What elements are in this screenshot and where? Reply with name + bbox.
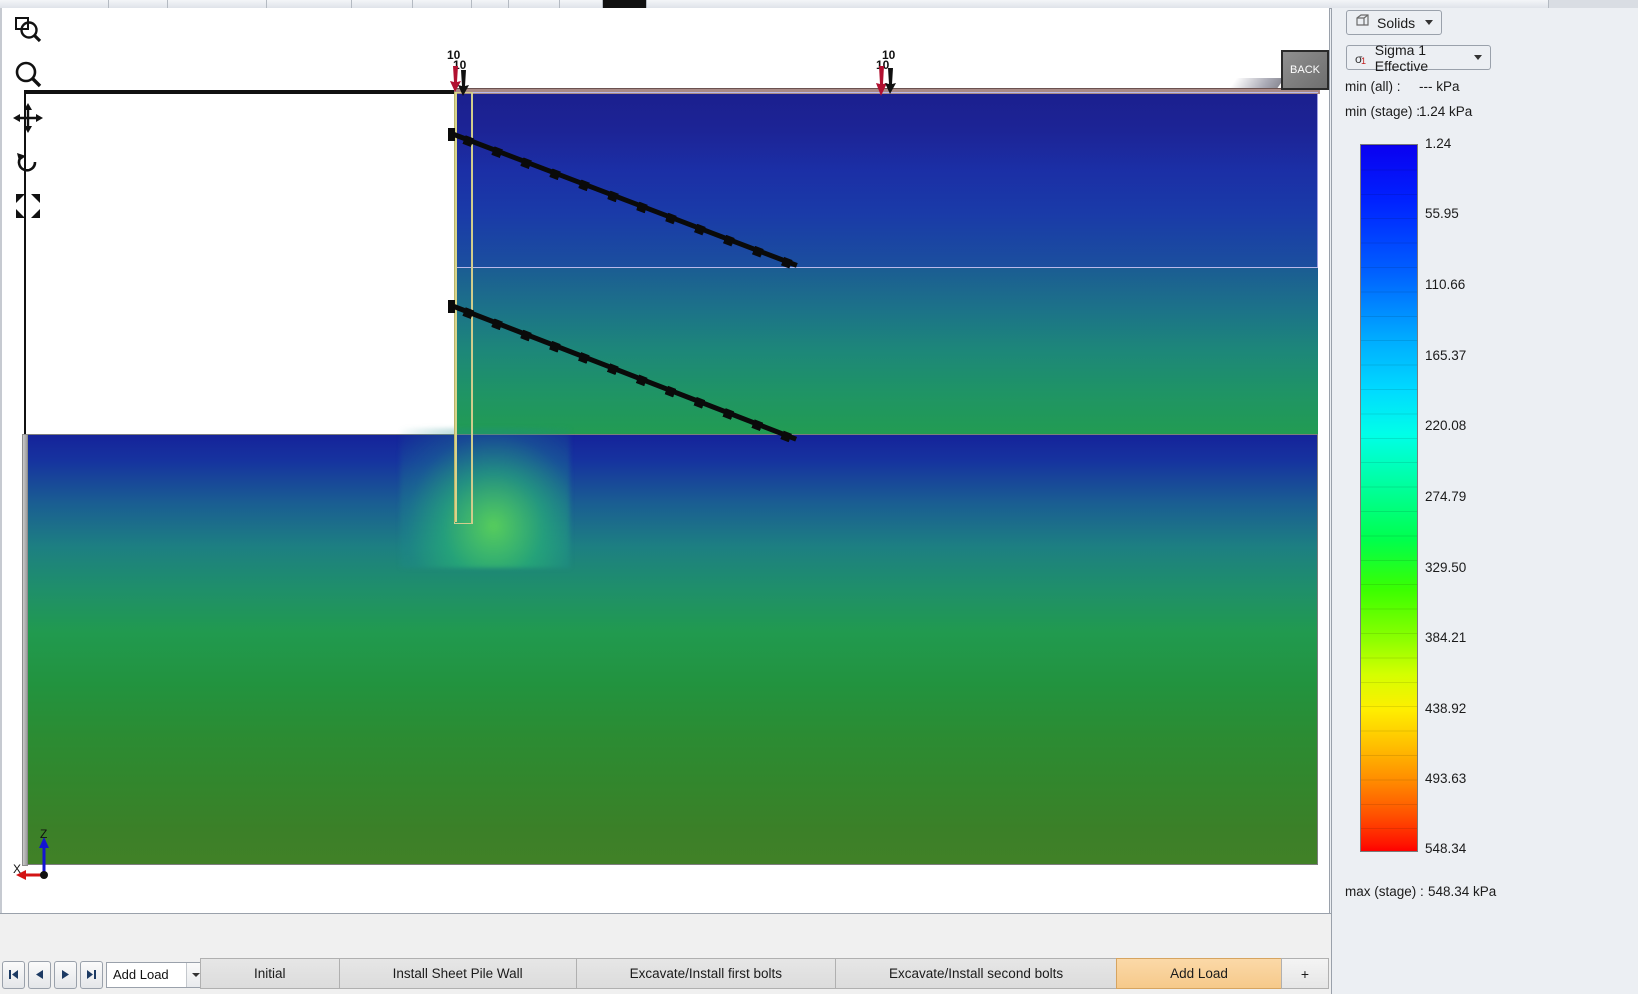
load-arrow-left-icon <box>450 66 469 96</box>
stage-tab-initial-label: Initial <box>254 966 286 981</box>
results-panel-footer <box>1331 913 1638 994</box>
wall-toe-stress-concentration <box>400 428 570 568</box>
stage-tab-install-sheet-pile-wall[interactable]: Install Sheet Pile Wall <box>338 958 576 989</box>
next-stage-button[interactable] <box>54 960 77 989</box>
add-stage-button[interactable]: + <box>1280 958 1329 989</box>
load-arrow-right-icon <box>876 66 896 96</box>
add-stage-label: + <box>1300 965 1310 982</box>
model-viewport-container: 10 10 10 10 BACK Z X <box>0 8 1330 913</box>
stage-navigation-controls: Add Load <box>2 958 206 991</box>
stage-tab-add-load[interactable]: Add Load <box>1116 958 1281 989</box>
stage-tab-excavate-install-first-bolts[interactable]: Excavate/Install first bolts <box>575 958 835 989</box>
toolbar-group-4[interactable] <box>267 0 352 8</box>
legend-tick-4: 220.08 <box>1425 418 1467 433</box>
application-window: 10 10 10 10 BACK Z X Solids σ 1 Sigma 1 … <box>0 0 1638 994</box>
external-boundary-top <box>24 90 456 92</box>
axis-label-x: X <box>13 862 22 876</box>
model-viewport[interactable]: 10 10 10 10 BACK Z X <box>2 8 1329 913</box>
stage-bar: Add Load Initial Install Sheet Pile Wall… <box>0 913 1331 994</box>
result-type-label: Sigma 1 Effective <box>1374 41 1429 74</box>
sigma-subscript: 1 <box>1361 55 1367 66</box>
toolbar-group-6[interactable] <box>413 0 472 8</box>
axis-label-z: Z <box>40 827 48 841</box>
pan-icon[interactable] <box>6 96 50 140</box>
excavation-void <box>24 92 454 434</box>
solids-icon <box>1355 14 1370 31</box>
geometry-mode-label: Solids <box>1377 14 1416 31</box>
zoom-icon[interactable] <box>6 52 50 96</box>
last-stage-button[interactable] <box>80 960 103 989</box>
first-stage-button[interactable] <box>2 960 25 989</box>
orientation-cube-back[interactable]: BACK <box>1281 50 1329 90</box>
toolbar-group-8[interactable] <box>509 0 560 8</box>
contour-main-block <box>24 434 1318 865</box>
stage-select-value: Add Load <box>113 967 169 982</box>
stage-tab-excavate-install-second-bolts[interactable]: Excavate/Install second bolts <box>834 958 1117 989</box>
toolbar-group-3[interactable] <box>168 0 267 8</box>
orientation-cube-shadow <box>1229 78 1285 88</box>
rotate-icon[interactable] <box>6 140 50 184</box>
previous-stage-button[interactable] <box>28 960 51 989</box>
stage-tab-strip: Initial Install Sheet Pile Wall Excavate… <box>200 958 1329 989</box>
min-stage-value: 1.24 kPa <box>1419 104 1473 119</box>
legend-tick-1: 55.95 <box>1425 206 1459 221</box>
result-type-dropdown[interactable]: σ 1 Sigma 1 Effective <box>1346 42 1491 74</box>
legend-tick-0: 1.24 <box>1425 136 1452 151</box>
toolbar-group-2[interactable] <box>109 0 168 8</box>
legend-tick-5: 274.79 <box>1425 489 1467 504</box>
contour-mid-block <box>454 267 1318 435</box>
chevron-down-icon[interactable] <box>1425 20 1433 25</box>
stage-tab-install-sheet-pile-wall-label: Install Sheet Pile Wall <box>392 966 523 981</box>
stage-tab-add-load-label: Add Load <box>1170 966 1228 981</box>
geometry-mode-dropdown[interactable]: Solids <box>1346 10 1442 35</box>
axis-triad: Z X <box>13 827 74 889</box>
zoom-window-icon[interactable] <box>6 8 50 52</box>
stage-tab-excavate-install-second-bolts-label: Excavate/Install second bolts <box>889 966 1064 981</box>
legend-tick-3: 165.37 <box>1425 348 1467 363</box>
max-stage-value: 548.34 kPa <box>1428 884 1497 899</box>
stage-tab-excavate-install-first-bolts-label: Excavate/Install first bolts <box>629 966 782 981</box>
viewport-tool-column <box>6 8 50 218</box>
min-stage-label: min (stage) : <box>1345 104 1421 119</box>
sigma1-icon: σ 1 <box>1355 50 1368 66</box>
toolbar-group-7[interactable] <box>472 0 509 8</box>
min-all-value: --- kPa <box>1419 79 1460 94</box>
color-legend-bands <box>1361 145 1417 851</box>
zoom-all-icon[interactable] <box>6 184 50 228</box>
toolbar-group-10-active[interactable] <box>603 0 647 8</box>
toolbar-group-11[interactable] <box>647 0 1549 8</box>
legend-tick-8: 438.92 <box>1425 701 1467 716</box>
stage-select-combobox[interactable]: Add Load <box>106 961 206 988</box>
stage-tab-initial[interactable]: Initial <box>200 958 339 989</box>
stage-boundary-line-1 <box>454 267 1318 268</box>
toolbar-group-9[interactable] <box>560 0 603 8</box>
legend-tick-7: 384.21 <box>1425 630 1467 645</box>
toolbar-group-1[interactable] <box>0 0 109 8</box>
chevron-down-icon-2[interactable] <box>1474 55 1482 60</box>
legend-tick-2: 110.66 <box>1425 277 1466 292</box>
model-left-edge <box>22 434 28 866</box>
toolbar-group-5[interactable] <box>352 0 413 8</box>
max-stage-label: max (stage) : <box>1345 884 1424 899</box>
legend-tick-6: 329.50 <box>1425 560 1467 575</box>
color-legend-bar[interactable] <box>1360 144 1418 852</box>
legend-tick-10: 548.34 <box>1425 841 1467 856</box>
legend-tick-9: 493.63 <box>1425 771 1467 786</box>
sheet-pile-wall-right-face <box>471 92 472 524</box>
contour-gradient <box>25 435 1317 864</box>
min-all-label: min (all) : <box>1345 79 1401 94</box>
